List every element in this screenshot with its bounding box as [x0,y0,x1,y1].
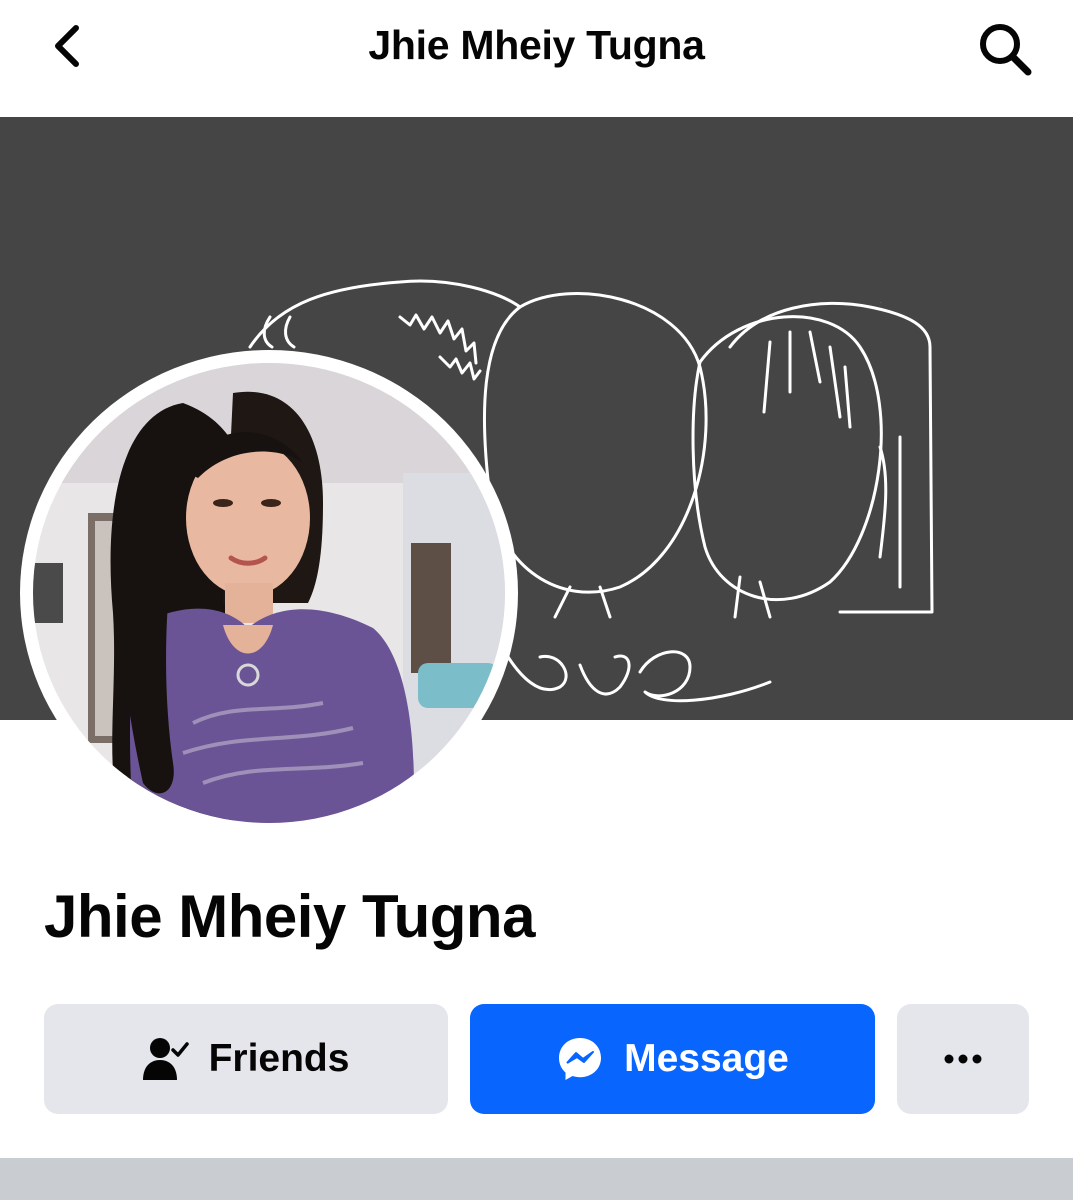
page-title: Jhie Mheiy Tugna [368,22,705,68]
friend-check-icon [142,1038,189,1080]
more-options-button[interactable] [897,1004,1029,1114]
messenger-icon [559,1038,602,1080]
friends-button[interactable]: Friends [44,1004,448,1114]
message-button[interactable]: Message [470,1004,875,1114]
section-divider [0,1158,1073,1200]
profile-name: Jhie Mheiy Tugna [44,883,535,950]
message-label: Message [624,1037,789,1080]
avatar-photo [33,363,505,823]
friends-label: Friends [208,1037,350,1080]
top-nav-bar: Jhie Mheiy Tugna [0,0,1073,117]
cover-mark: . [880,299,882,305]
avatar-illustration [33,363,505,823]
search-button[interactable] [972,16,1038,82]
profile-avatar[interactable] [20,350,518,836]
search-icon [980,24,1032,76]
more-dots-icon [944,1054,982,1064]
